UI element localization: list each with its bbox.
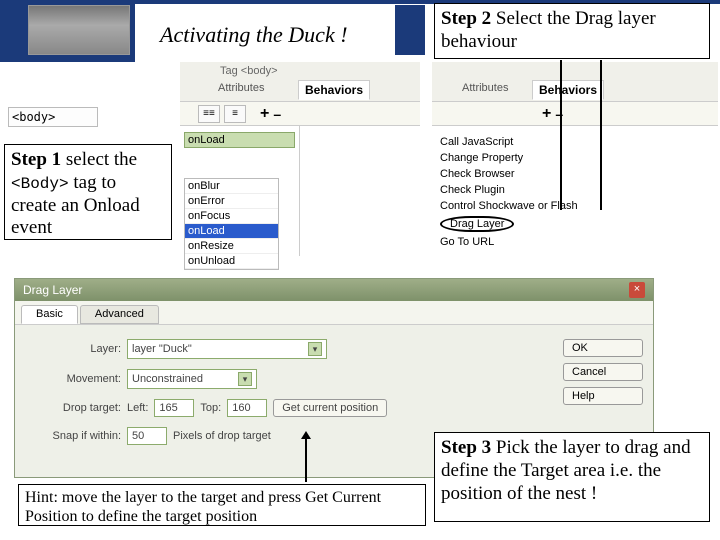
behaviors-panel-right: Attributes Behaviors + – Call JavaScript… (432, 62, 718, 257)
top-input[interactable]: 160 (227, 399, 267, 417)
help-button[interactable]: Help (563, 387, 643, 405)
layer-label: Layer: (25, 343, 121, 355)
header-photo (28, 5, 130, 55)
left-label: Left: (127, 402, 148, 414)
tab-basic[interactable]: Basic (21, 305, 78, 324)
page-title: Activating the Duck ! (160, 22, 348, 48)
step1-callout: Step 1 select the <Body> tag to create a… (4, 144, 172, 240)
behavior-item[interactable]: Control Shockwave or Flash (436, 198, 714, 214)
snap-unit: Pixels of drop target (173, 430, 271, 442)
add-behavior-icon[interactable]: + (542, 105, 551, 123)
tab-behaviors[interactable]: Behaviors (532, 80, 604, 100)
body-tag-chip[interactable]: <body> (8, 107, 98, 127)
behavior-item[interactable]: Call JavaScript (436, 134, 714, 150)
behavior-item-drag-layer[interactable]: Drag Layer (436, 214, 714, 234)
event-option[interactable]: onResize (185, 239, 278, 254)
chevron-down-icon[interactable]: ▾ (308, 342, 322, 356)
event-option[interactable]: onFocus (185, 209, 278, 224)
panel-tag-title: Tag <body> (220, 65, 278, 77)
chevron-down-icon[interactable]: ▾ (238, 372, 252, 386)
arrow-up-icon (305, 437, 307, 482)
add-behavior-icon[interactable]: + (260, 105, 269, 123)
behaviors-panel-left: Tag <body> Attributes Behaviors ≡≡ ≡ + –… (180, 62, 420, 257)
arrow-line (600, 60, 602, 210)
tab-behaviors[interactable]: Behaviors (298, 80, 370, 100)
event-dropdown[interactable]: onBlur onError onFocus onLoad onResize o… (184, 178, 279, 270)
ok-button[interactable]: OK (563, 339, 643, 357)
toolbtn[interactable]: ≡≡ (198, 105, 220, 123)
step3-callout: Step 3 Pick the layer to drag and define… (434, 432, 710, 522)
snap-input[interactable]: 50 (127, 427, 167, 445)
step2-callout: Step 2 Select the Drag layer behaviour (434, 3, 710, 59)
close-icon[interactable]: × (629, 282, 645, 298)
left-input[interactable]: 165 (154, 399, 194, 417)
behavior-item[interactable]: Check Browser (436, 166, 714, 182)
movement-select[interactable]: Unconstrained▾ (127, 369, 257, 389)
selected-event[interactable]: onLoad (184, 132, 295, 148)
remove-behavior-icon[interactable]: – (273, 106, 281, 122)
toolbtn[interactable]: ≡ (224, 105, 246, 123)
tab-attributes[interactable]: Attributes (462, 82, 508, 94)
arrow-line (560, 60, 562, 210)
event-option[interactable]: onBlur (185, 179, 278, 194)
movement-label: Movement: (25, 373, 121, 385)
drop-target-label: Drop target: (25, 402, 121, 414)
hint-callout: Hint: move the layer to the target and p… (18, 484, 426, 526)
top-label: Top: (200, 402, 221, 414)
layer-select[interactable]: layer "Duck"▾ (127, 339, 327, 359)
dialog-title: Drag Layer (23, 283, 82, 297)
get-current-position-button[interactable]: Get current position (273, 399, 387, 417)
cancel-button[interactable]: Cancel (563, 363, 643, 381)
behavior-item[interactable]: Check Plugin (436, 182, 714, 198)
behavior-item[interactable]: Go To URL (436, 234, 714, 250)
snap-label: Snap if within: (25, 430, 121, 442)
behavior-menu[interactable]: Call JavaScript Change Property Check Br… (436, 134, 714, 250)
tab-attributes[interactable]: Attributes (218, 82, 264, 94)
behavior-item[interactable]: Change Property (436, 150, 714, 166)
tab-advanced[interactable]: Advanced (80, 305, 159, 324)
event-option[interactable]: onError (185, 194, 278, 209)
event-option[interactable]: onLoad (185, 224, 278, 239)
event-option[interactable]: onUnload (185, 254, 278, 269)
